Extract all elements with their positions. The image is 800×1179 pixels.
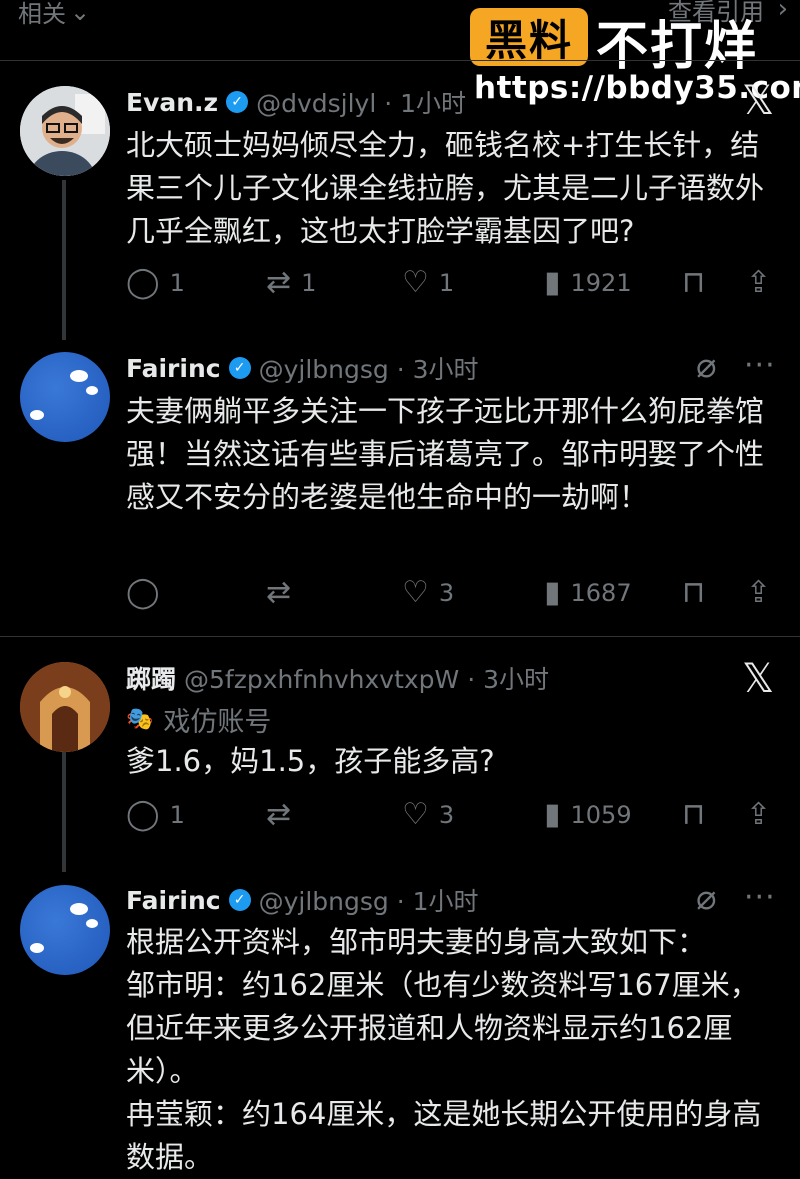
share-icon: ⇪ [746, 265, 772, 300]
bookmark-button[interactable]: ⊓ [682, 575, 705, 611]
author-name[interactable]: Evan.z [126, 88, 218, 117]
repost-button[interactable]: ⇄ 1 [266, 265, 316, 301]
heart-icon: ♡ [402, 797, 429, 832]
avatar[interactable] [20, 352, 110, 442]
chevron-down-icon: ⌄ [70, 0, 91, 26]
heart-icon: ♡ [402, 265, 429, 300]
post-header: Evan.z ✓ @dvdsjlyl · 1小时 [126, 84, 466, 120]
like-button[interactable]: ♡ 3 [402, 797, 454, 833]
text-line: 邹市明：约162厘米（也有少数资料写167厘米，但近年来更多公开报道和人物资料显… [126, 968, 759, 1088]
author-handle[interactable]: @5fzpxhfnhvhxvtxpW · 3小时 [184, 660, 549, 696]
more-icon[interactable]: ··· [744, 880, 776, 915]
parody-label: 🎭 戏仿账号 [126, 707, 272, 738]
post-text: 北大硕士妈妈倾尽全力，砸钱名校+打生长针，结果三个儿子文化课全线拉胯，尤其是二儿… [126, 128, 765, 248]
divider [0, 636, 800, 637]
views-button[interactable]: ▮ 1687 [544, 575, 632, 611]
repost-button[interactable]: ⇄ [266, 575, 301, 611]
text-line: 冉莹颖：约164厘米，这是她长期公开使用的身高数据。 [126, 1097, 762, 1174]
avatar[interactable] [20, 662, 110, 752]
post-header: 踯躅 @5fzpxhfnhvhxvtxpW · 3小时 [126, 660, 549, 696]
reply-button[interactable]: ◯ 1 [126, 265, 185, 301]
author-handle[interactable]: @yjlbngsg · 1小时 [259, 882, 479, 918]
post-header: Fairinc ✓ @yjlbngsg · 3小时 [126, 350, 479, 386]
avatar[interactable] [20, 885, 110, 975]
post-text: 夫妻俩躺平多关注一下孩子远比开那什么狗屁拳馆强！当然这话有些事后诸葛亮了。邹市明… [126, 394, 765, 514]
reply-icon: ◯ [126, 265, 160, 300]
post-header: Fairinc ✓ @yjlbngsg · 1小时 [126, 882, 479, 918]
author-name[interactable]: 踯躅 [126, 660, 176, 696]
reply-button[interactable]: ◯ [126, 575, 170, 611]
thread-line [62, 752, 66, 872]
views-button[interactable]: ▮ 1921 [544, 265, 632, 301]
watermark: 黑料 不打烊 https://bbdy35.com [470, 4, 800, 108]
views-button[interactable]: ▮ 1059 [544, 797, 632, 833]
post-actions: ◯ ⇄ ♡ 3 ▮ 1687 ⊓ ⇪ [126, 575, 780, 611]
bookmark-icon: ⊓ [682, 575, 706, 610]
related-tab[interactable]: 相关 ⌄ [18, 0, 90, 29]
author-handle[interactable]: @dvdsjlyl · 1小时 [256, 84, 466, 120]
author-name[interactable]: Fairinc [126, 886, 221, 915]
share-button[interactable]: ⇪ [746, 797, 771, 833]
repost-icon: ⇄ [266, 797, 292, 832]
reply-icon: ◯ [126, 797, 160, 832]
views-icon: ▮ [544, 575, 561, 610]
x-logo-icon[interactable]: 𝕏 [742, 656, 774, 702]
verified-icon: ✓ [226, 91, 249, 113]
x-logo-icon[interactable]: 𝕏 [742, 78, 774, 124]
avatar[interactable] [20, 86, 110, 176]
share-icon: ⇪ [746, 797, 772, 832]
share-icon: ⇪ [746, 575, 772, 610]
cloud-shape [86, 919, 98, 928]
repost-icon: ⇄ [266, 265, 292, 300]
like-button[interactable]: ♡ 3 [402, 575, 454, 611]
grok-icon[interactable]: ⌀ [696, 878, 716, 918]
views-icon: ▮ [544, 265, 561, 300]
bookmark-button[interactable]: ⊓ [682, 797, 705, 833]
watermark-title: 不打烊 [596, 17, 759, 77]
bookmark-button[interactable]: ⊓ [682, 265, 705, 301]
bookmark-icon: ⊓ [682, 265, 706, 300]
more-icon[interactable]: ··· [744, 348, 776, 383]
verified-icon: ✓ [228, 357, 251, 379]
repost-button[interactable]: ⇄ [266, 797, 301, 833]
author-name[interactable]: Fairinc [126, 354, 221, 383]
cloud-shape [70, 370, 88, 382]
divider [0, 60, 800, 61]
reply-button[interactable]: ◯ 1 [126, 797, 185, 833]
cloud-shape [86, 386, 98, 395]
grok-icon[interactable]: ⌀ [696, 346, 716, 386]
share-button[interactable]: ⇪ [746, 265, 771, 301]
share-button[interactable]: ⇪ [746, 575, 771, 611]
author-handle[interactable]: @yjlbngsg · 3小时 [259, 350, 479, 386]
post-text: 根据公开资料，邹市明夫妻的身高大致如下： 邹市明：约162厘米（也有少数资料写1… [126, 921, 776, 1179]
post-text: 爹1.6，妈1.5，孩子能多高? [126, 744, 495, 778]
views-icon: ▮ [544, 797, 561, 832]
post-actions: ◯ 1 ⇄ ♡ 3 ▮ 1059 ⊓ ⇪ [126, 797, 780, 833]
cloud-shape [70, 903, 88, 915]
verified-icon: ✓ [228, 889, 251, 911]
like-button[interactable]: ♡ 1 [402, 265, 454, 301]
cloud-shape [30, 943, 44, 953]
cloud-shape [30, 410, 44, 420]
thread-line [62, 180, 66, 340]
repost-icon: ⇄ [266, 575, 292, 610]
heart-icon: ♡ [402, 575, 429, 610]
post-actions: ◯ 1 ⇄ 1 ♡ 1 ▮ 1921 ⊓ ⇪ [126, 265, 780, 301]
mask-icon: 🎭 [126, 707, 154, 732]
bookmark-icon: ⊓ [682, 797, 706, 832]
watermark-badge: 黑料 [470, 8, 588, 66]
reply-icon: ◯ [126, 575, 160, 610]
text-line: 根据公开资料，邹市明夫妻的身高大致如下： [126, 925, 707, 959]
